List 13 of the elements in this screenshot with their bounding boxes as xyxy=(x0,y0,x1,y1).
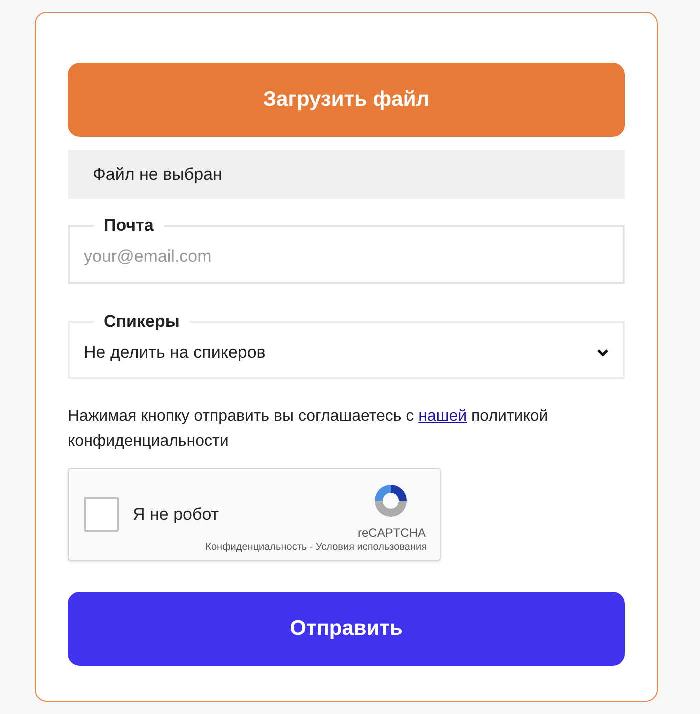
selected-value: Не делить на спикеров xyxy=(84,342,266,364)
recaptcha-label: reCAPTCHA xyxy=(358,525,426,542)
submit-button[interactable]: Отправить xyxy=(68,592,625,666)
field-label: Почта xyxy=(103,215,155,237)
field-label: Спикеры xyxy=(103,311,181,333)
file-status: Файл не выбран xyxy=(68,150,625,199)
chevron-down-icon xyxy=(597,348,609,356)
captcha-checkbox[interactable] xyxy=(84,497,119,532)
captcha-links[interactable]: Конфиденциальность - Условия использования xyxy=(206,540,427,555)
consent-text: Нажимая кнопку отправить вы соглашаетесь с нашей политикой конфиденциальности xyxy=(68,407,550,452)
captcha-label: Я не робот xyxy=(133,504,220,526)
privacy-link[interactable]: нашей xyxy=(418,408,468,425)
email-field[interactable]: your@email.com xyxy=(84,238,609,274)
